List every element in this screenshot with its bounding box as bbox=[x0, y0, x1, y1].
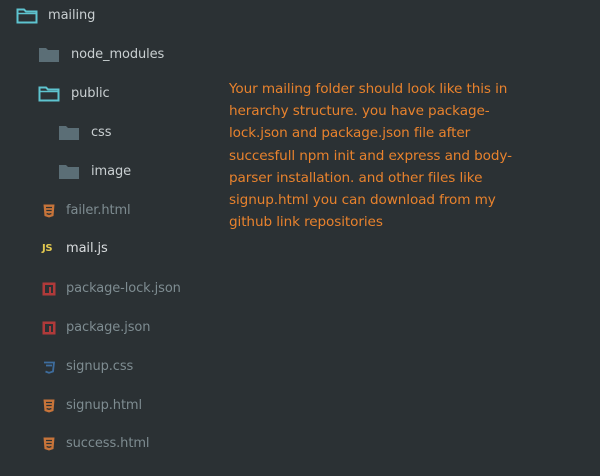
tree-item-label: signup.css bbox=[66, 358, 134, 374]
npm-icon bbox=[42, 320, 56, 335]
folder-icon bbox=[58, 124, 80, 141]
file-tree: mailing node_modules public css image fa… bbox=[0, 0, 220, 476]
tree-item-package-json[interactable]: package.json bbox=[42, 315, 151, 339]
tree-item-label: signup.html bbox=[66, 397, 143, 413]
javascript-icon-text: JS bbox=[42, 242, 53, 254]
tree-item-success-html[interactable]: success.html bbox=[42, 431, 150, 455]
tree-item-label: failer.html bbox=[66, 202, 131, 218]
tree-item-css[interactable]: css bbox=[58, 120, 112, 144]
tree-item-label: mail.js bbox=[66, 240, 108, 256]
annotation-note: Your mailing folder should look like thi… bbox=[229, 81, 512, 231]
npm-icon bbox=[42, 281, 56, 296]
html5-icon bbox=[42, 203, 56, 218]
tree-item-signup-html[interactable]: signup.html bbox=[42, 393, 142, 417]
tree-item-label: node_modules bbox=[71, 46, 165, 62]
tree-item-mail-js[interactable]: JS mail.js bbox=[42, 236, 108, 260]
javascript-icon: JS bbox=[42, 241, 58, 255]
tree-item-package-lock-json[interactable]: package-lock.json bbox=[42, 276, 181, 300]
folder-open-icon bbox=[16, 7, 38, 24]
tree-item-label: package-lock.json bbox=[66, 280, 181, 296]
tree-item-image[interactable]: image bbox=[58, 159, 131, 183]
tree-item-node-modules[interactable]: node_modules bbox=[38, 42, 164, 66]
html5-icon bbox=[42, 398, 56, 413]
tree-item-label: success.html bbox=[66, 435, 150, 451]
folder-icon bbox=[58, 163, 80, 180]
css3-icon bbox=[42, 359, 56, 374]
tree-item-failer-html[interactable]: failer.html bbox=[42, 198, 131, 222]
folder-icon bbox=[38, 46, 60, 63]
tree-item-mailing[interactable]: mailing bbox=[16, 3, 95, 27]
html5-icon bbox=[42, 436, 56, 451]
tree-item-label: public bbox=[71, 85, 110, 101]
tree-item-label: mailing bbox=[48, 7, 96, 23]
tree-item-signup-css[interactable]: signup.css bbox=[42, 354, 133, 378]
tree-item-public[interactable]: public bbox=[38, 81, 110, 105]
tree-item-label: package.json bbox=[66, 319, 151, 335]
folder-open-icon bbox=[38, 85, 60, 102]
tree-item-label: image bbox=[91, 163, 131, 179]
tree-item-label: css bbox=[91, 124, 112, 140]
